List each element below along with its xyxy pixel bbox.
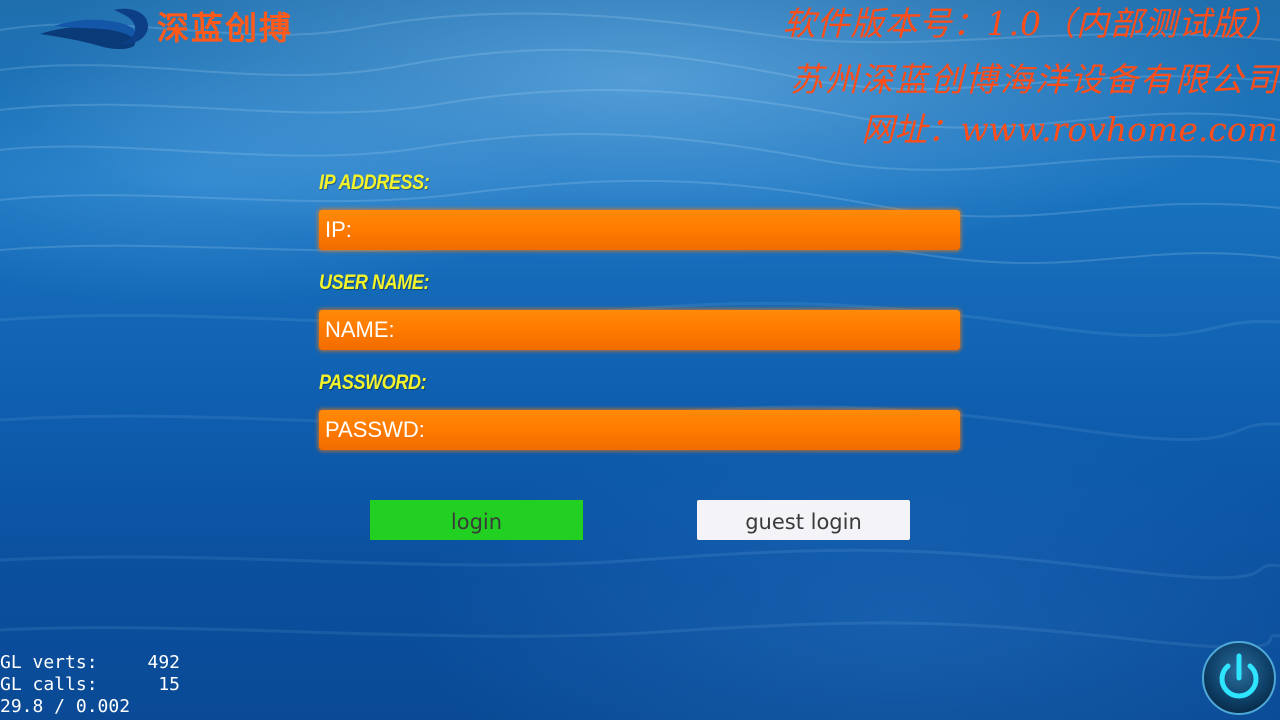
gl-verts-row: GL verts: 492 [0, 652, 180, 674]
gl-verts-value: 492 [147, 652, 180, 673]
gl-verts-label: GL verts: [0, 652, 98, 673]
login-button[interactable]: login [370, 500, 583, 540]
fps-row: 29.8 / 0.002 [0, 696, 180, 718]
guest-login-button[interactable]: guest login [697, 500, 910, 540]
power-icon[interactable] [1201, 640, 1277, 716]
company-name: 苏州深蓝创博海洋设备有限公司 [790, 60, 1280, 99]
password-label: PASSWORD: [319, 371, 427, 394]
user-name-label: USER NAME: [319, 271, 430, 294]
ip-address-label: IP ADDRESS: [319, 171, 430, 194]
gl-calls-row: GL calls: 15 [0, 674, 180, 696]
user-name-input[interactable] [319, 310, 960, 350]
website-text: 网址：www.rovhome.com [861, 110, 1278, 149]
gl-stats-overlay: GL verts: 492 GL calls: 15 29.8 / 0.002 [0, 652, 180, 718]
version-text: 软件版本号：1.0（内部测试版） [782, 4, 1280, 43]
gl-calls-value: 15 [158, 674, 180, 695]
company-logo: 深蓝创搏 [34, 4, 291, 52]
wave-logo-icon [40, 8, 148, 49]
logo-text: 深蓝创搏 [157, 9, 294, 47]
password-input[interactable] [319, 410, 960, 450]
gl-calls-label: GL calls: [0, 674, 98, 695]
fps-value: 29.8 / 0.002 [0, 696, 131, 717]
ip-address-input[interactable] [319, 210, 960, 250]
